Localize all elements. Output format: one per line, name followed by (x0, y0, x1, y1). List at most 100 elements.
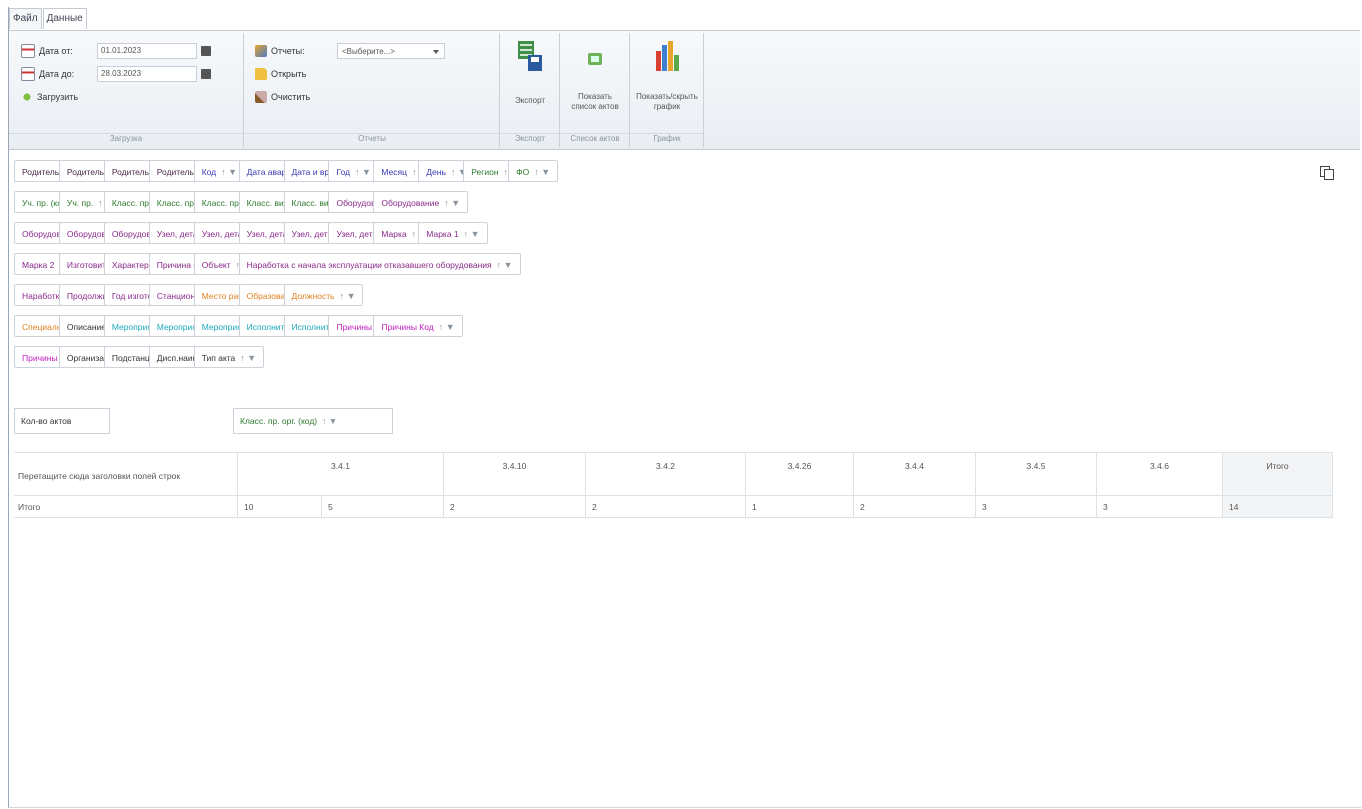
value-cell: 1 (746, 496, 854, 518)
load-group: Дата от: 01.01.2023 Дата до: 28.03.2023 … (9, 33, 244, 147)
field-chip-label: Наработка с начала эксплуатации отказавш… (246, 260, 492, 270)
field-chip-label: День (426, 167, 446, 177)
tab-file[interactable]: Файл (9, 8, 42, 29)
sort-filter-icon[interactable]: ↑ ▼ (439, 322, 455, 332)
clear-button-label: Очистить (271, 92, 311, 102)
show-acts-label-1: Показать (577, 92, 612, 101)
value-cell: 2 (586, 496, 746, 518)
column-header: 3.4.10 (444, 452, 586, 496)
field-chip-label: Марка 2 (22, 260, 55, 270)
show-acts-label-2: список актов (571, 102, 619, 111)
load-group-label: Загрузка (9, 133, 243, 147)
broom-icon (255, 91, 267, 103)
field-chip[interactable]: Должность ↑ ▼ (283, 284, 364, 306)
field-chip[interactable]: Причины Код ↑ ▼ (373, 315, 463, 337)
acts-list-icon (588, 53, 602, 65)
reports-group: Отчеты: <Выберите...> Открыть Очистить О… (245, 33, 500, 147)
sort-filter-icon[interactable]: ↑ ▼ (221, 167, 237, 177)
toggle-chart-button[interactable]: Показать/скрыть график (633, 39, 701, 112)
value-cell: 3 (1097, 496, 1223, 518)
reports-select[interactable]: <Выберите...> (337, 43, 445, 59)
clear-button[interactable]: Очистить (255, 89, 310, 105)
row-total-label: Итого (14, 496, 238, 518)
field-chip-label: Марка 1 (426, 229, 459, 239)
field-chip[interactable]: Код ↑ ▼ (193, 160, 246, 182)
field-chip[interactable]: Оборудование ↑ ▼ (373, 191, 469, 213)
date-from-row: Дата от: 01.01.2023 (21, 43, 211, 59)
export-group: Экспорт Экспорт (501, 33, 560, 147)
folder-open-icon (255, 68, 267, 80)
field-chip-label: Должность (291, 291, 335, 301)
field-chip-label: Оборудование (381, 198, 440, 208)
field-chip-label: Марка (381, 229, 407, 239)
sort-filter-icon[interactable]: ↑ ▼ (444, 198, 460, 208)
field-chip-label: Объект (201, 260, 231, 270)
reports-label: Отчеты: (271, 46, 305, 56)
field-chip-label: Описание (66, 322, 107, 332)
value-cell: 10 (238, 496, 322, 518)
sort-filter-icon[interactable]: ↑ ▼ (464, 229, 480, 239)
sort-filter-icon[interactable]: ↑ ▼ (355, 167, 371, 177)
field-chip-label: Регион (471, 167, 499, 177)
sort-filter-icon[interactable]: ↑ ▼ (322, 416, 337, 426)
column-header: 3.4.2 (586, 452, 746, 496)
show-acts-button[interactable]: Показать список актов (563, 39, 627, 112)
field-chip[interactable]: Наработка с начала эксплуатации отказавш… (238, 253, 521, 275)
export-icon (518, 41, 542, 71)
open-button[interactable]: Открыть (255, 66, 306, 82)
export-button[interactable]: Экспорт (505, 39, 555, 106)
date-to-row: Дата до: 28.03.2023 (21, 66, 211, 82)
field-chip-label: Месяц (381, 167, 407, 177)
date-to-input[interactable]: 28.03.2023 (97, 66, 197, 82)
grand-total-cell: 14 (1223, 496, 1333, 518)
acts-group-label: Список актов (561, 133, 629, 147)
date-picker-icon[interactable] (201, 46, 211, 56)
load-button[interactable]: Загрузить (21, 89, 78, 105)
date-picker-icon[interactable] (201, 69, 211, 79)
field-chip[interactable]: Марка 1 ↑ ▼ (418, 222, 488, 244)
field-chip-label: Уч. пр. (66, 198, 94, 208)
acts-group: Показать список актов Список актов (561, 33, 630, 147)
calendar-icon (21, 67, 35, 81)
date-from-input[interactable]: 01.01.2023 (97, 43, 197, 59)
reports-row: Отчеты: <Выберите...> (255, 43, 445, 59)
data-field-header[interactable]: Кол-во актов (14, 408, 110, 434)
field-chip-label: Код (201, 167, 217, 177)
sort-filter-icon[interactable]: ↑ ▼ (340, 291, 356, 301)
export-label: Экспорт (514, 96, 546, 105)
toggle-chart-label-2: график (653, 102, 681, 111)
field-chip-label: Причины Код (381, 322, 434, 332)
column-header: 3.4.6 (1097, 452, 1223, 496)
date-from-label: Дата от: (39, 46, 73, 56)
open-button-label: Открыть (271, 69, 307, 79)
chart-group: Показать/скрыть график График (631, 33, 704, 147)
ribbon-tabs: Файл Данные (9, 8, 88, 30)
bar-chart-icon (656, 41, 679, 71)
column-header: 3.4.1 (238, 452, 444, 496)
column-header: 3.4.4 (854, 452, 976, 496)
sort-filter-icon[interactable]: ↑ ▼ (497, 260, 513, 270)
calendar-icon (21, 44, 35, 58)
date-to-label: Дата до: (39, 69, 75, 79)
field-chip[interactable]: Тип акта ↑ ▼ (193, 346, 265, 368)
value-cell: 2 (854, 496, 976, 518)
column-header: 3.4.5 (976, 452, 1097, 496)
field-chip[interactable]: Год ↑ ▼ (328, 160, 379, 182)
reports-icon (255, 45, 267, 57)
sort-filter-icon[interactable]: ↑ ▼ (240, 353, 256, 363)
value-cell: 5 (322, 496, 444, 518)
value-cell: 3 (976, 496, 1097, 518)
field-chip-label: Причины (336, 322, 373, 332)
column-field-header[interactable]: Класс. пр. орг. (код) ↑ ▼ (233, 408, 393, 434)
row-drop-hint[interactable]: Перетащите сюда заголовки полей строк (14, 452, 238, 496)
export-group-label: Экспорт (501, 133, 559, 147)
field-chip-label: Тип акта (201, 353, 236, 363)
field-chip[interactable]: ФО ↑ ▼ (508, 160, 559, 182)
tab-data[interactable]: Данные (42, 8, 87, 29)
load-icon (21, 91, 33, 103)
copy-icon[interactable] (1318, 164, 1334, 180)
chart-group-label: График (631, 133, 703, 147)
field-chip-label: Год (336, 167, 350, 177)
reports-group-label: Отчеты (245, 133, 499, 147)
sort-filter-icon[interactable]: ↑ ▼ (534, 167, 550, 177)
